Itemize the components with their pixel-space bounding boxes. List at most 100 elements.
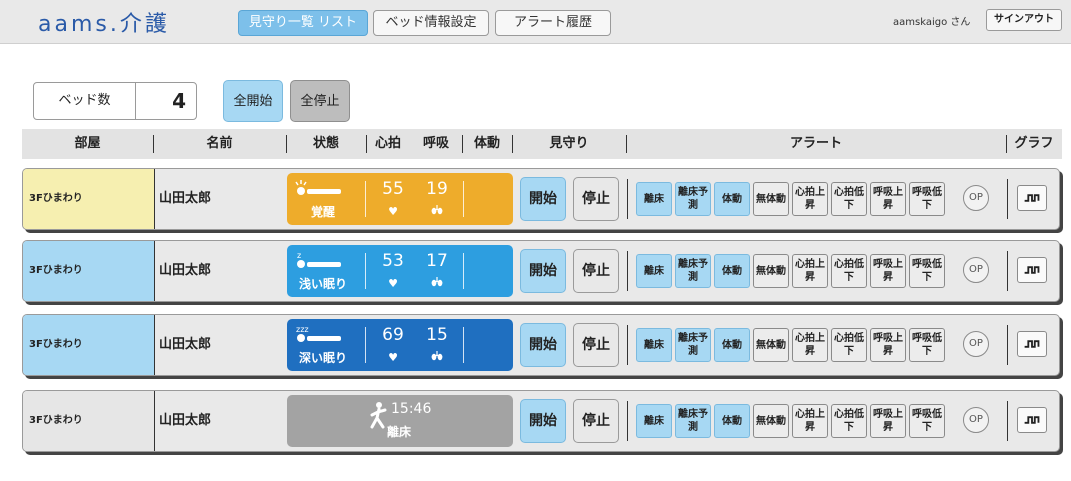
alert-toggle-2[interactable]: 体動 [714,254,750,288]
alert-label: 離床 [644,339,664,351]
status-divider [365,253,366,289]
alert-toggle-2[interactable]: 体動 [714,328,750,362]
alert-toggle-5[interactable]: 心拍低下 [831,182,867,216]
resident-name: 山田太郎 [154,241,283,301]
alert-toggle-5[interactable]: 心拍低下 [831,328,867,362]
alert-toggle-7[interactable]: 呼吸低下 [909,328,945,362]
alert-label: 離床 [644,415,664,427]
row-divider [627,325,628,365]
alert-label: 心拍低下 [834,409,864,433]
alert-label: 心拍低下 [834,333,864,357]
watch-stop-button[interactable]: 停止 [573,399,619,443]
alert-toggle-1[interactable]: 離床予測 [675,328,711,362]
col-breath: 呼吸 [422,136,449,151]
alert-label: 心拍低下 [834,259,864,283]
status-panel: z 浅い眠り 53 17 ♥ [287,245,513,297]
alert-toggle-2[interactable]: 体動 [714,404,750,438]
bed-row: 3Fひまわり 山田太郎 覚醒 55 19 ♥ 開始 停止 離床 離床予測 体動 無体動 心拍上昇 心拍低下… [22,168,1060,230]
watch-start-button[interactable]: 開始 [520,323,566,367]
bed-row: 3Fひまわり 山田太郎 zzz 深い眠り 69 15 ♥ 開始 停止 離床 離床予測 体動 無体動 心拍上… [22,314,1060,376]
alert-toggle-3[interactable]: 無体動 [753,182,789,216]
col-room: 部屋 [74,136,101,151]
alert-toggle-1[interactable]: 離床予測 [675,404,711,438]
alert-label: 離床予測 [678,409,708,433]
status-divider [365,181,366,217]
graph-icon[interactable] [1017,257,1047,283]
nav-monitor-list[interactable]: 見守り一覧 リスト [238,10,368,36]
alert-toggle-3[interactable]: 無体動 [753,328,789,362]
heart-icon: ♥ [388,277,398,290]
alert-toggle-4[interactable]: 心拍上昇 [792,182,828,216]
watch-stop-button[interactable]: 停止 [573,177,619,221]
status-divider [463,327,464,363]
watch-start-button[interactable]: 開始 [520,399,566,443]
alert-toggle-5[interactable]: 心拍低下 [831,254,867,288]
alert-label: 呼吸上昇 [873,409,903,433]
alert-toggle-1[interactable]: 離床予測 [675,182,711,216]
alert-toggle-7[interactable]: 呼吸低下 [909,182,945,216]
svg-text:zzz: zzz [296,325,309,334]
lungs-icon [417,351,457,364]
status-label: 深い眠り [298,351,347,365]
alert-label: 体動 [722,339,742,351]
stop-all-button[interactable]: 全停止 [290,80,350,122]
start-all-button[interactable]: 全開始 [223,80,283,122]
alert-toggle-0[interactable]: 離床 [636,404,672,438]
alert-label: 心拍上昇 [795,187,825,211]
bed-count-label: ベッド数 [34,83,136,119]
alert-toggle-4[interactable]: 心拍上昇 [792,404,828,438]
watch-start-button[interactable]: 開始 [520,177,566,221]
op-button[interactable]: OP [963,331,989,357]
alert-toggle-6[interactable]: 呼吸上昇 [870,182,906,216]
alert-toggle-4[interactable]: 心拍上昇 [792,254,828,288]
alert-toggle-2[interactable]: 体動 [714,182,750,216]
resident-name: 山田太郎 [154,391,283,451]
graph-icon[interactable] [1017,331,1047,357]
alert-toggle-0[interactable]: 離床 [636,328,672,362]
status-divider [463,181,464,217]
alert-toggle-6[interactable]: 呼吸上昇 [870,404,906,438]
nav-alert-history[interactable]: アラート履歴 [495,10,611,36]
nav-bed-settings[interactable]: ベッド情報設定 [373,10,489,36]
graph-icon[interactable] [1017,185,1047,211]
col-heart: 心拍 [374,136,401,151]
alert-toggle-1[interactable]: 離床予測 [675,254,711,288]
alert-toggle-7[interactable]: 呼吸低下 [909,404,945,438]
alert-toggle-7[interactable]: 呼吸低下 [909,254,945,288]
alert-toggle-3[interactable]: 無体動 [753,404,789,438]
op-button[interactable]: OP [963,407,989,433]
light-sleep-icon: z [295,251,345,271]
signout-button[interactable]: サインアウト [986,9,1062,31]
alert-label: 呼吸低下 [912,333,942,357]
watch-stop-button[interactable]: 停止 [573,249,619,293]
alert-toggle-4[interactable]: 心拍上昇 [792,328,828,362]
op-button[interactable]: OP [963,185,989,211]
alert-label: 呼吸上昇 [873,259,903,283]
col-state: 状態 [312,136,339,151]
alert-toggle-0[interactable]: 離床 [636,254,672,288]
alert-toggle-0[interactable]: 離床 [636,182,672,216]
user-name: aamskaigo さん [893,17,971,28]
lungs-icon [417,277,457,290]
walking-person-icon [369,401,389,429]
watch-start-button[interactable]: 開始 [520,249,566,293]
watch-stop-button[interactable]: 停止 [573,323,619,367]
alert-toggle-6[interactable]: 呼吸上昇 [870,328,906,362]
status-label: 離床 [387,425,412,439]
op-button[interactable]: OP [963,257,989,283]
breath-rate-value: 17 [426,251,448,271]
room-name: 3Fひまわり [23,315,154,375]
row-divider [1007,401,1008,441]
row-divider [1007,251,1008,291]
resident-name: 山田太郎 [154,315,283,375]
alert-toggle-5[interactable]: 心拍低下 [831,404,867,438]
alert-label: 体動 [722,265,742,277]
bed-count-value: 4 [172,89,186,113]
alert-toggle-6[interactable]: 呼吸上昇 [870,254,906,288]
alert-toggle-3[interactable]: 無体動 [753,254,789,288]
heart-icon: ♥ [388,205,398,218]
breath-rate-value: 19 [426,179,448,199]
alert-label: 呼吸低下 [912,409,942,433]
alert-label: 呼吸低下 [912,259,942,283]
graph-icon[interactable] [1017,407,1047,433]
